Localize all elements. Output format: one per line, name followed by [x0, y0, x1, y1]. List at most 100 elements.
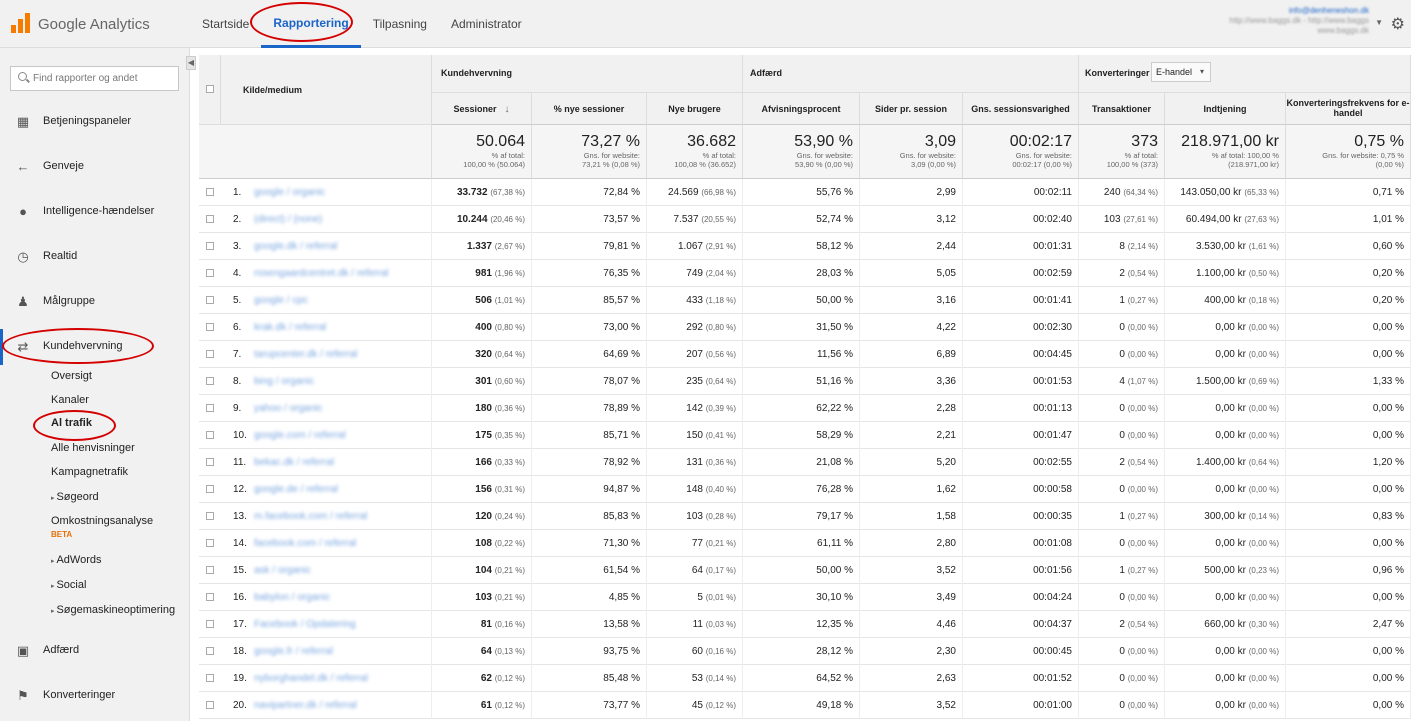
tab-tilpasning[interactable]: Tilpasning	[361, 0, 439, 48]
row-checkbox[interactable]	[206, 593, 214, 601]
totals-label-cell	[199, 125, 432, 179]
source-medium-link[interactable]: navipartner.dk / referral	[254, 692, 357, 719]
cell-value: 85,83 %	[603, 511, 640, 522]
source-medium-link[interactable]: m.facebook.com / referral	[254, 503, 367, 530]
cell-value: (0,28 %)	[705, 512, 736, 521]
source-medium-link[interactable]: bing / organic	[254, 368, 314, 395]
source-medium-link[interactable]: google / organic	[254, 179, 325, 206]
sidebar-sub-soegemaskineoptimering[interactable]: ▸ Søgemaskineoptimering	[51, 604, 175, 616]
sidebar-item-adfaerd[interactable]: ▣ Adfærd	[0, 639, 190, 663]
col-header-afvisningsprocent[interactable]: Afvisningsprocent	[743, 93, 860, 125]
source-medium-link[interactable]: rosengaardcentret.dk / referral	[254, 260, 389, 287]
sidebar-sub-alle-henvisninger[interactable]: Alle henvisninger	[51, 442, 135, 454]
table-cell: 61,11 %	[743, 530, 860, 557]
row-checkbox[interactable]	[206, 242, 214, 250]
sidebar-sub-social[interactable]: ▸ Social	[51, 579, 86, 591]
col-header-indtjening[interactable]: Indtjening	[1165, 93, 1286, 125]
row-checkbox[interactable]	[206, 458, 214, 466]
sidebar-sub-al-trafik[interactable]: Al trafik	[51, 417, 92, 429]
gear-icon[interactable]: ⚙	[1391, 14, 1405, 34]
cell-value: (66,98 %)	[701, 188, 736, 197]
source-medium-link[interactable]: facebook.com / referral	[254, 530, 356, 557]
row-checkbox[interactable]	[206, 188, 214, 196]
row-checkbox[interactable]	[206, 512, 214, 520]
source-medium-link[interactable]: google.dk / referral	[254, 233, 337, 260]
source-medium-link[interactable]: yahoo / organic	[254, 395, 322, 422]
cell-value: (0,00 %)	[1127, 431, 1158, 440]
cell-value: 2,80	[936, 538, 956, 549]
total-detail: 100,08 % (36.652)	[674, 160, 736, 169]
select-all-checkbox[interactable]	[206, 85, 214, 93]
row-checkbox[interactable]	[206, 701, 214, 709]
tab-administrator[interactable]: Administrator	[439, 0, 534, 48]
source-medium-link[interactable]: tarupcenter.dk / referral	[254, 341, 357, 368]
row-checkbox[interactable]	[206, 647, 214, 655]
source-medium-link[interactable]: bekac.dk / referral	[254, 449, 334, 476]
sidebar-item-realtid[interactable]: ◷ Realtid	[0, 245, 190, 269]
cell-value: (0,00 %)	[1248, 701, 1279, 710]
cell-value: 58,29 %	[816, 430, 853, 441]
col-header-nye-sessioner[interactable]: % nye sessioner	[532, 93, 647, 125]
sidebar-item-genveje[interactable]: ← Genveje	[0, 155, 190, 179]
row-checkbox[interactable]	[206, 269, 214, 277]
row-checkbox[interactable]	[206, 431, 214, 439]
source-medium-link[interactable]: krak.dk / referral	[254, 314, 326, 341]
sidebar-sub-oversigt[interactable]: Oversigt	[51, 370, 92, 382]
sidebar-item-betjeningspaneler[interactable]: ▦ Betjeningspaneler	[0, 110, 190, 134]
row-checkbox[interactable]	[206, 377, 214, 385]
collapse-sidebar-button[interactable]: ◀	[186, 56, 196, 70]
row-checkbox[interactable]	[206, 296, 214, 304]
row-checkbox[interactable]	[206, 350, 214, 358]
row-checkbox[interactable]	[206, 215, 214, 223]
source-medium-link[interactable]: google.fr / referral	[254, 638, 333, 665]
col-header-sider-pr-session[interactable]: Sider pr. session	[860, 93, 963, 125]
sidebar-item-intelligence[interactable]: ● Intelligence-hændelser	[0, 200, 190, 224]
source-medium-link[interactable]: Facebook / Opdatering	[254, 611, 356, 638]
group-header-adfaerd: Adfærd	[743, 55, 1079, 93]
row-checkbox[interactable]	[206, 539, 214, 547]
google-analytics-logo[interactable]: Google Analytics	[10, 12, 150, 36]
sidebar-item-konverteringer[interactable]: ⚑ Konverteringer	[0, 684, 190, 708]
sidebar-item-maalgruppe[interactable]: ♟ Målgruppe	[0, 290, 190, 314]
tab-rapportering[interactable]: Rapportering	[261, 0, 361, 48]
col-header-kilde-medium[interactable]: Kilde/medium	[221, 55, 432, 125]
source-medium-link[interactable]: google.com / referral	[254, 422, 346, 449]
table-cell: 00:04:45	[963, 341, 1079, 368]
sidebar-item-kundehvervning[interactable]: ⇄ Kundehvervning	[0, 329, 190, 365]
col-header-nye-brugere[interactable]: Nye brugere	[647, 93, 743, 125]
search-input[interactable]: Find rapporter og andet	[10, 66, 179, 91]
source-medium-link[interactable]: google / cpc	[254, 287, 308, 314]
table-cell: 131 (0,36 %)	[647, 449, 743, 476]
row-checkbox[interactable]	[206, 620, 214, 628]
total-detail: (0,00 %)	[1375, 160, 1404, 169]
total-label: % af total: 100,00 %	[1211, 151, 1279, 160]
col-header-konverteringsfrekvens[interactable]: Konverteringsfrekvens for e-handel	[1286, 93, 1411, 125]
cell-value: 1.400,00 kr	[1195, 457, 1246, 468]
conversion-type-dropdown[interactable]: E-handel	[1151, 62, 1211, 82]
account-selector[interactable]: info@denheneshon.dk http://www.baggs.dk …	[1229, 6, 1383, 36]
source-medium-link[interactable]: google.de / referral	[254, 476, 338, 503]
cell-value: 12,35 %	[816, 619, 853, 630]
tab-startside[interactable]: Startside	[190, 0, 261, 48]
row-checkbox[interactable]	[206, 566, 214, 574]
col-header-sessioner[interactable]: Sessioner ↓	[432, 93, 532, 125]
row-checkbox[interactable]	[206, 485, 214, 493]
table-cell: 00:00:58	[963, 476, 1079, 503]
cell-value: (0,39 %)	[705, 404, 736, 413]
col-header-sessionsvarighed[interactable]: Gns. sessionsvarighed	[963, 93, 1079, 125]
cell-value: (2,04 %)	[705, 269, 736, 278]
col-header-transaktioner[interactable]: Transaktioner	[1079, 93, 1165, 125]
row-checkbox[interactable]	[206, 404, 214, 412]
source-medium-link[interactable]: ask / organic	[254, 557, 311, 584]
row-checkbox[interactable]	[206, 674, 214, 682]
row-checkbox[interactable]	[206, 323, 214, 331]
total-value: 3,09	[924, 133, 956, 150]
source-medium-link[interactable]: nyborghandel.dk / referral	[254, 665, 368, 692]
sidebar-sub-omkostningsanalyse[interactable]: Omkostningsanalyse BETA	[51, 515, 176, 541]
sidebar-sub-kanaler[interactable]: Kanaler	[51, 394, 89, 406]
source-medium-link[interactable]: (direct) / (none)	[254, 206, 322, 233]
sidebar-sub-adwords[interactable]: ▸ AdWords	[51, 554, 102, 566]
sidebar-sub-kampagnetrafik[interactable]: Kampagnetrafik	[51, 466, 128, 478]
sidebar-sub-soegeord[interactable]: ▸ Søgeord	[51, 491, 99, 503]
source-medium-link[interactable]: babylon / organic	[254, 584, 330, 611]
